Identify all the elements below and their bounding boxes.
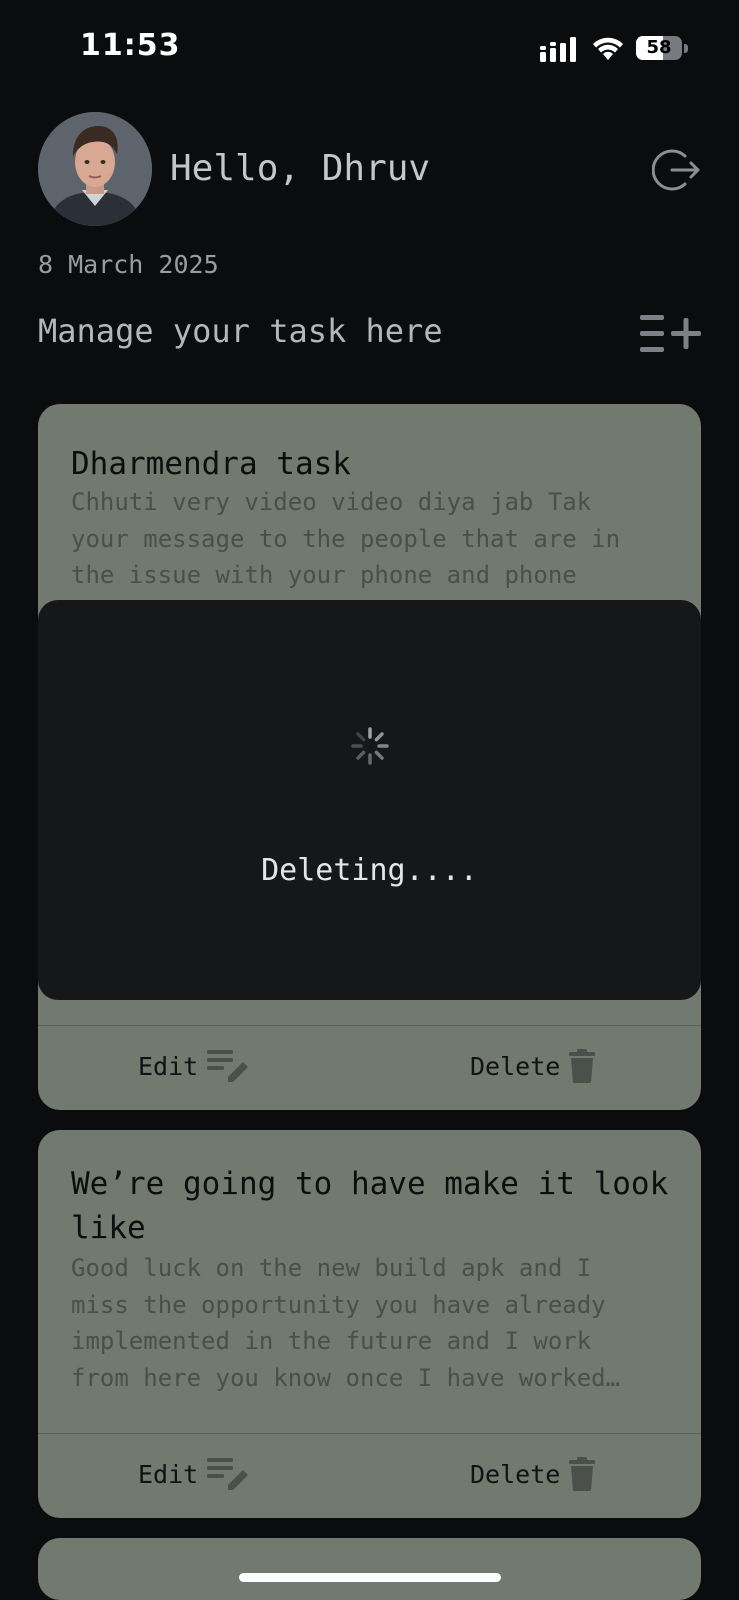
task-description-line: Chhuti very video video diya jab Tak: [71, 488, 592, 516]
delete-button[interactable]: Delete: [470, 1044, 596, 1088]
battery-body: 58: [636, 36, 682, 60]
avatar[interactable]: [38, 112, 152, 226]
edit-icon: [207, 1050, 249, 1082]
delete-button[interactable]: Delete: [470, 1452, 596, 1496]
task-title-line: like: [71, 1210, 146, 1246]
battery-icon: 58: [636, 34, 688, 62]
task-description-line: the issue with your phone and phone: [71, 561, 577, 589]
loading-dialog: Deleting....: [38, 600, 701, 1000]
logout-icon[interactable]: [652, 145, 702, 195]
task-description: Chhuti very video video diya jab Tak you…: [71, 484, 671, 594]
loading-spinner-icon: [351, 727, 389, 765]
task-card[interactable]: We’re going to have make it look like Go…: [38, 1130, 701, 1518]
task-description: Good luck on the new build apk and I mis…: [71, 1250, 671, 1396]
battery-level: 58: [646, 37, 672, 58]
home-indicator[interactable]: [239, 1573, 501, 1582]
task-title: We’re going to have make it look like: [71, 1162, 671, 1250]
edit-label: Edit: [138, 1459, 199, 1489]
current-date: 8 March 2025: [38, 250, 219, 279]
edit-button[interactable]: Edit: [138, 1452, 252, 1496]
task-card[interactable]: [38, 1538, 701, 1600]
loading-message: Deleting....: [261, 853, 478, 888]
task-description-line: miss the opportunity you have already: [71, 1290, 606, 1319]
avatar-image: [38, 112, 152, 226]
battery-nub: [684, 44, 688, 53]
edit-button[interactable]: Edit: [138, 1044, 252, 1088]
task-title-line: We’re going to have make it look: [71, 1166, 669, 1202]
card-actions: Edit Delete: [38, 1026, 701, 1106]
edit-icon: [207, 1458, 249, 1490]
add-task-icon[interactable]: [640, 312, 704, 356]
task-description-line: Good luck on the new build apk and I: [71, 1254, 592, 1282]
trash-icon: [569, 1457, 596, 1491]
task-title: Dharmendra task: [71, 446, 351, 482]
status-time: 11:53: [80, 28, 181, 63]
trash-icon: [569, 1049, 596, 1083]
wifi-icon: [593, 37, 623, 60]
edit-label: Edit: [138, 1051, 199, 1081]
task-description-line: from here you know once I have worked…: [71, 1363, 621, 1392]
task-description-line: your message to the people that are in: [71, 524, 621, 553]
delete-label: Delete: [470, 1051, 561, 1081]
section-title: Manage your task here: [38, 312, 443, 350]
greeting-text: Hello, Dhruv: [170, 148, 431, 189]
signal-icon: [540, 37, 576, 62]
status-bar: 11:53 58: [0, 0, 739, 100]
delete-label: Delete: [470, 1459, 561, 1489]
card-actions: Edit Delete: [38, 1434, 701, 1514]
task-description-line: implemented in the future and I work: [71, 1327, 592, 1355]
